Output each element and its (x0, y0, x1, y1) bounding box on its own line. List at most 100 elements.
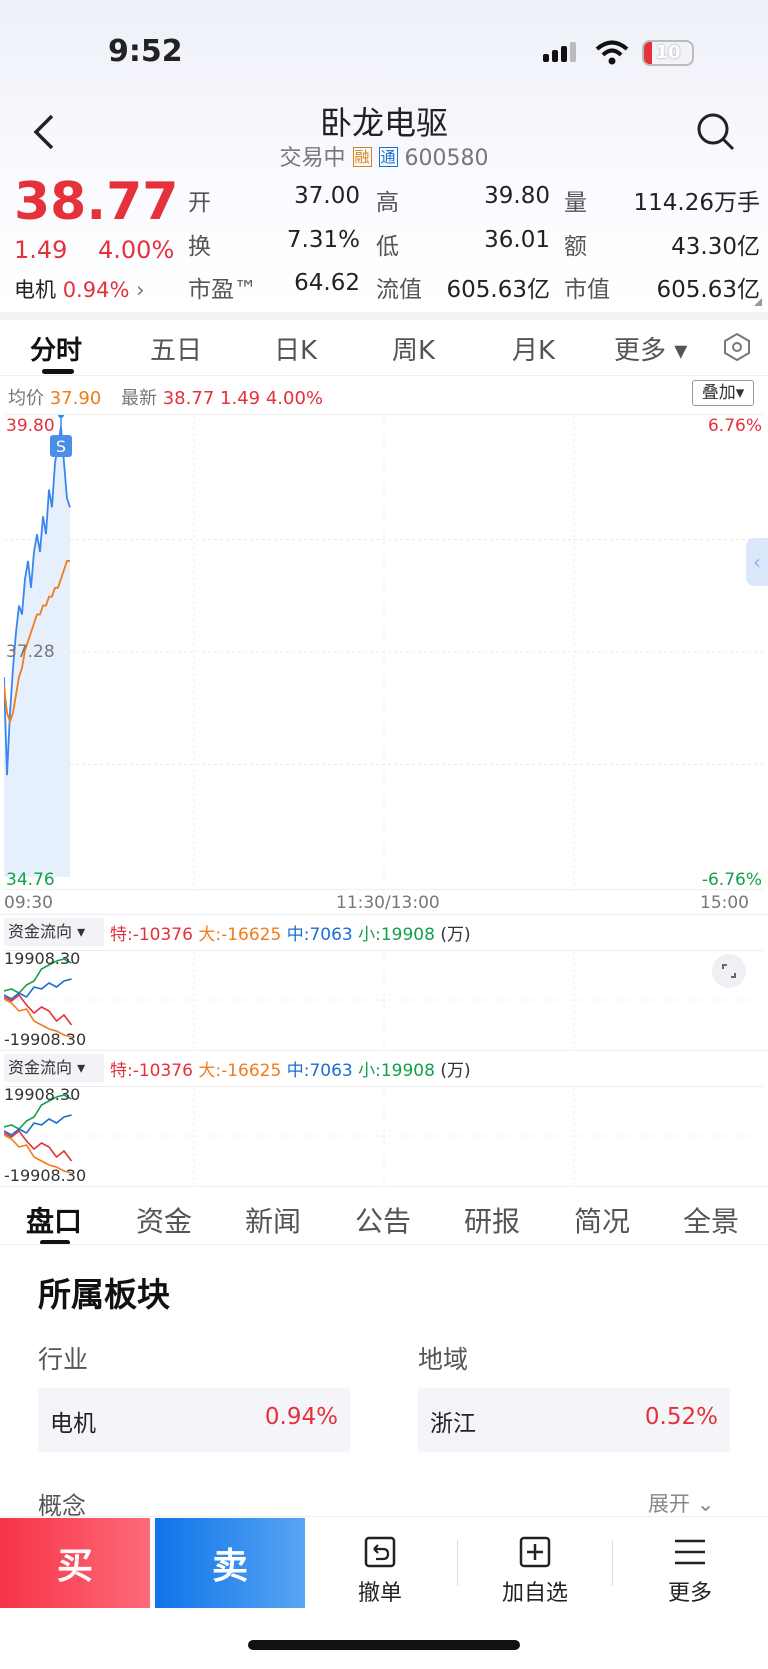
divider (0, 914, 768, 915)
tab-intraday[interactable]: 分时 (30, 330, 82, 367)
tab-overview[interactable]: 全景 (683, 1200, 739, 1240)
divider (612, 1540, 613, 1586)
price-change-pct: 4.00% (98, 236, 175, 264)
home-indicator (248, 1640, 520, 1650)
more-label: 更多 (667, 1581, 712, 1606)
legend-da: 大:-16625 (198, 1061, 282, 1081)
turnover-value: 7.31% (286, 227, 360, 253)
fund-flow-chart-1[interactable] (3, 950, 764, 1049)
cancel-order-button[interactable]: 撤单 (320, 1535, 440, 1607)
tab-funds[interactable]: 资金 (136, 1200, 192, 1240)
tab-weekly-k[interactable]: 周K (392, 330, 435, 367)
mkt-cap-value: 605.63亿 (656, 277, 760, 303)
wifi-icon (595, 40, 629, 70)
tab-monthly-k[interactable]: 月K (512, 330, 555, 367)
sector-name: 电机 (14, 278, 56, 302)
high-label: 高 (376, 190, 399, 216)
expand-icon[interactable] (712, 954, 746, 988)
legend-zhong: 中:7063 (286, 925, 353, 945)
stock-subtitle: 交易中 融 通 600580 (0, 140, 768, 172)
search-icon[interactable] (696, 112, 736, 156)
legend-zhong: 中:7063 (286, 1061, 353, 1081)
more-button[interactable]: 更多 (630, 1535, 750, 1607)
tab-research[interactable]: 研报 (464, 1200, 520, 1240)
latest-change: 1.49 (220, 388, 261, 409)
fund-flow-legend-2: 特:-10376 大:-16625 中:7063 小:19908 (万) (110, 1056, 471, 1081)
tab-more[interactable]: 更多 ▾ (614, 330, 687, 367)
tab-order-book[interactable]: 盘口 (26, 1200, 82, 1240)
fund-flow-selector-1[interactable]: 资金流向 ▾ (4, 918, 104, 946)
tab-news[interactable]: 新闻 (245, 1200, 301, 1240)
chart-info: 均价 37.90 最新 38.77 1.49 4.00% (8, 384, 323, 410)
last-price: 38.77 (14, 172, 179, 232)
overlay-label: 叠加 (701, 383, 736, 403)
tab-profile[interactable]: 简况 (574, 1200, 630, 1240)
overlay-button[interactable]: 叠加▾ (692, 380, 754, 406)
medium-order-line (3, 1114, 72, 1136)
fund-flow-legend-1: 特:-10376 大:-16625 中:7063 小:19908 (万) (110, 920, 471, 945)
side-panel-tab[interactable]: ‹ (746, 538, 768, 586)
float-cap-label: 流值 (376, 277, 422, 303)
add-box-icon (475, 1535, 595, 1575)
industry-pct: 0.94% (264, 1404, 338, 1430)
x-tick-start: 09:30 (4, 893, 53, 913)
y-axis-right-max: 6.76% (707, 416, 762, 436)
sector-link[interactable]: 电机 0.94% › (14, 274, 145, 304)
divider (0, 375, 768, 376)
tab-announcements[interactable]: 公告 (355, 1200, 411, 1240)
industry-name: 电机 (50, 1411, 96, 1437)
low-value: 36.01 (484, 227, 550, 253)
fund-flow-chart-2[interactable] (3, 1086, 764, 1185)
amount-value: 43.30亿 (671, 234, 760, 260)
extra-large-order-line (3, 1129, 73, 1162)
marker-label: S (56, 437, 66, 456)
legend-unit: (万) (440, 925, 471, 945)
cellular-signal-icon (543, 42, 581, 64)
fund-flow-ymin-1: -19908.30 (4, 1030, 87, 1049)
tab-five-day[interactable]: 五日 (150, 330, 202, 367)
legend-unit: (万) (440, 1061, 471, 1081)
medium-order-line (3, 978, 72, 1000)
tab-indicator (42, 369, 74, 374)
divider (0, 1244, 768, 1245)
chevron-right-icon: › (136, 278, 145, 302)
buy-button[interactable]: 买 (0, 1518, 150, 1608)
add-watchlist-button[interactable]: 加自选 (475, 1535, 595, 1607)
high-value: 39.80 (484, 183, 550, 209)
latest-label: 最新 (121, 388, 157, 409)
mkt-cap-label: 市值 (564, 277, 610, 303)
hamburger-icon (630, 1535, 750, 1575)
tab-daily-k[interactable]: 日K (274, 330, 317, 367)
corner-triangle-icon (754, 298, 762, 306)
region-card[interactable]: 浙江 0.52% (418, 1388, 730, 1452)
fund-flow-ymin-2: -19908.30 (4, 1166, 87, 1185)
legend-te: 特:-10376 (110, 1061, 193, 1081)
latest-value: 38.77 (162, 388, 215, 409)
avg-value: 37.90 (49, 388, 102, 409)
add-watchlist-label: 加自选 (501, 1581, 568, 1606)
latest-pct: 4.00% (265, 388, 323, 409)
settings-hexagon-icon[interactable] (722, 332, 752, 366)
fund-flow-ymax-1: 19908.30 (4, 949, 81, 968)
pe-label: 市盈™ (188, 277, 257, 303)
intraday-chart[interactable]: S (4, 414, 764, 891)
connect-badge: 通 (378, 147, 398, 167)
region-label: 地域 (418, 1345, 469, 1374)
stock-name: 卧龙电驱 (319, 104, 448, 142)
open-value: 37.00 (294, 183, 360, 209)
open-label: 开 (188, 190, 211, 216)
industry-card[interactable]: 电机 0.94% (38, 1388, 350, 1452)
expand-link[interactable]: 展开 ⌄ (648, 1488, 714, 1518)
legend-da: 大:-16625 (198, 925, 282, 945)
stock-code: 600580 (404, 146, 489, 171)
extra-large-order-line (3, 993, 73, 1026)
sector-pct: 0.94% (62, 278, 130, 302)
y-axis-min: 34.76 (6, 870, 55, 890)
region-name: 浙江 (430, 1411, 476, 1437)
fund-flow-selector-2[interactable]: 资金流向 ▾ (4, 1054, 104, 1082)
divider (457, 1540, 458, 1586)
divider (0, 1186, 768, 1187)
battery-icon: 10 (642, 40, 694, 66)
sell-button[interactable]: 卖 (155, 1518, 305, 1608)
volume-label: 量 (564, 190, 587, 216)
